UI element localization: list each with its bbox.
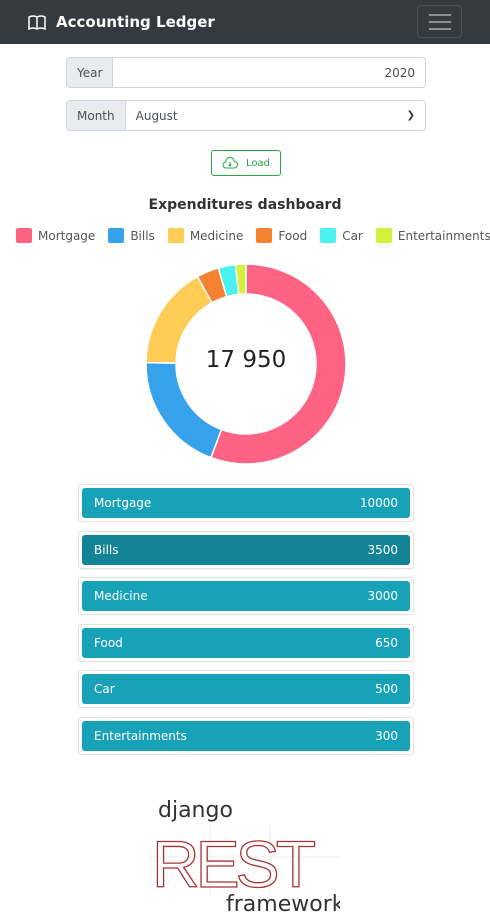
month-select[interactable]: August ❯	[126, 101, 425, 130]
legend-swatch	[167, 228, 184, 243]
navbar: Accounting Ledger	[0, 0, 490, 44]
book-icon	[28, 14, 46, 30]
legend-label: Entertainments	[397, 228, 490, 243]
legend-item[interactable]: Medicine	[167, 228, 244, 243]
legend-item[interactable]: Entertainments	[375, 228, 490, 243]
total-amount: 17 950	[205, 347, 287, 373]
legend-swatch	[375, 228, 392, 243]
expenditure-item[interactable]: Bills 3500	[78, 530, 414, 569]
load-button[interactable]: Load	[211, 150, 281, 176]
chart-legend: Mortgage Bills Medicine Food Car Entertainmen…	[16, 228, 490, 243]
expenditure-bar: Medicine 3000	[82, 581, 410, 611]
expenditure-bar: Car 500	[82, 674, 410, 704]
year-input[interactable]: 2020	[113, 58, 425, 87]
svg-text:framework: framework	[226, 892, 340, 913]
legend-label: Mortgage	[38, 228, 96, 243]
expenditure-label: Bills	[94, 542, 119, 557]
legend-item[interactable]: Car	[320, 228, 363, 243]
expenditure-value: 10000	[359, 496, 398, 510]
expenditure-label: Medicine	[94, 589, 148, 603]
expenditure-item[interactable]: Medicine 3000	[78, 577, 414, 615]
load-label: Load	[246, 157, 270, 169]
legend-label: Car	[342, 228, 363, 243]
expenditure-item[interactable]: Entertainments 300	[78, 716, 414, 755]
expenditure-value: 3000	[367, 589, 398, 603]
app-title: Accounting Ledger	[56, 13, 215, 31]
expenditure-label: Mortgage	[94, 496, 152, 510]
legend-label: Food	[278, 228, 308, 243]
expenditure-label: Food	[94, 635, 123, 650]
expenditure-value: 3500	[367, 542, 398, 557]
expenditure-bar: Mortgage 10000	[82, 488, 410, 518]
expenditure-bar: Entertainments 300	[82, 720, 410, 751]
expenditure-item[interactable]: Car 500	[78, 670, 414, 708]
expenditure-label: Car	[94, 682, 115, 696]
expenditure-label: Entertainments	[94, 728, 187, 743]
expenditure-value: 500	[375, 682, 398, 696]
svg-text:django: django	[158, 798, 233, 823]
django-rest-framework-logo: django REST framework	[150, 798, 340, 913]
legend-item[interactable]: Food	[256, 228, 307, 243]
expenditure-item[interactable]: Food 650	[78, 623, 414, 662]
legend-item[interactable]: Mortgage	[16, 228, 95, 243]
expenditure-bar: Bills 3500	[82, 534, 410, 565]
hamburger-menu-button[interactable]	[417, 5, 462, 38]
expenditure-item[interactable]: Mortgage 10000	[78, 484, 414, 522]
legend-swatch	[108, 228, 125, 243]
dashboard-title: Expenditures dashboard	[148, 197, 342, 213]
svg-text:REST: REST	[152, 827, 315, 901]
donut-slice-bills[interactable]	[146, 361, 223, 459]
year-input-group: Year 2020	[66, 57, 426, 88]
expenditure-value: 650	[375, 635, 398, 650]
chevron-down-icon: ❯	[406, 110, 415, 121]
legend-swatch	[16, 228, 32, 243]
expenditure-value: 300	[375, 728, 398, 743]
month-label: Month	[67, 101, 126, 130]
legend-label: Medicine	[189, 228, 244, 243]
year-label: Year	[67, 58, 114, 87]
legend-label: Bills	[130, 228, 155, 243]
legend-swatch	[320, 228, 337, 243]
cloud-download-icon	[222, 157, 238, 169]
expenditure-list: Mortgage 10000 Bills 3500 Medicine 3000 Food 65…	[78, 484, 414, 763]
month-input-group: Month August ❯	[66, 100, 426, 131]
legend-item[interactable]: Bills	[108, 228, 155, 243]
month-value: August	[135, 108, 178, 123]
legend-swatch	[256, 228, 273, 243]
expenditure-bar: Food 650	[82, 627, 410, 658]
brand-link[interactable]: Accounting Ledger	[28, 13, 215, 31]
